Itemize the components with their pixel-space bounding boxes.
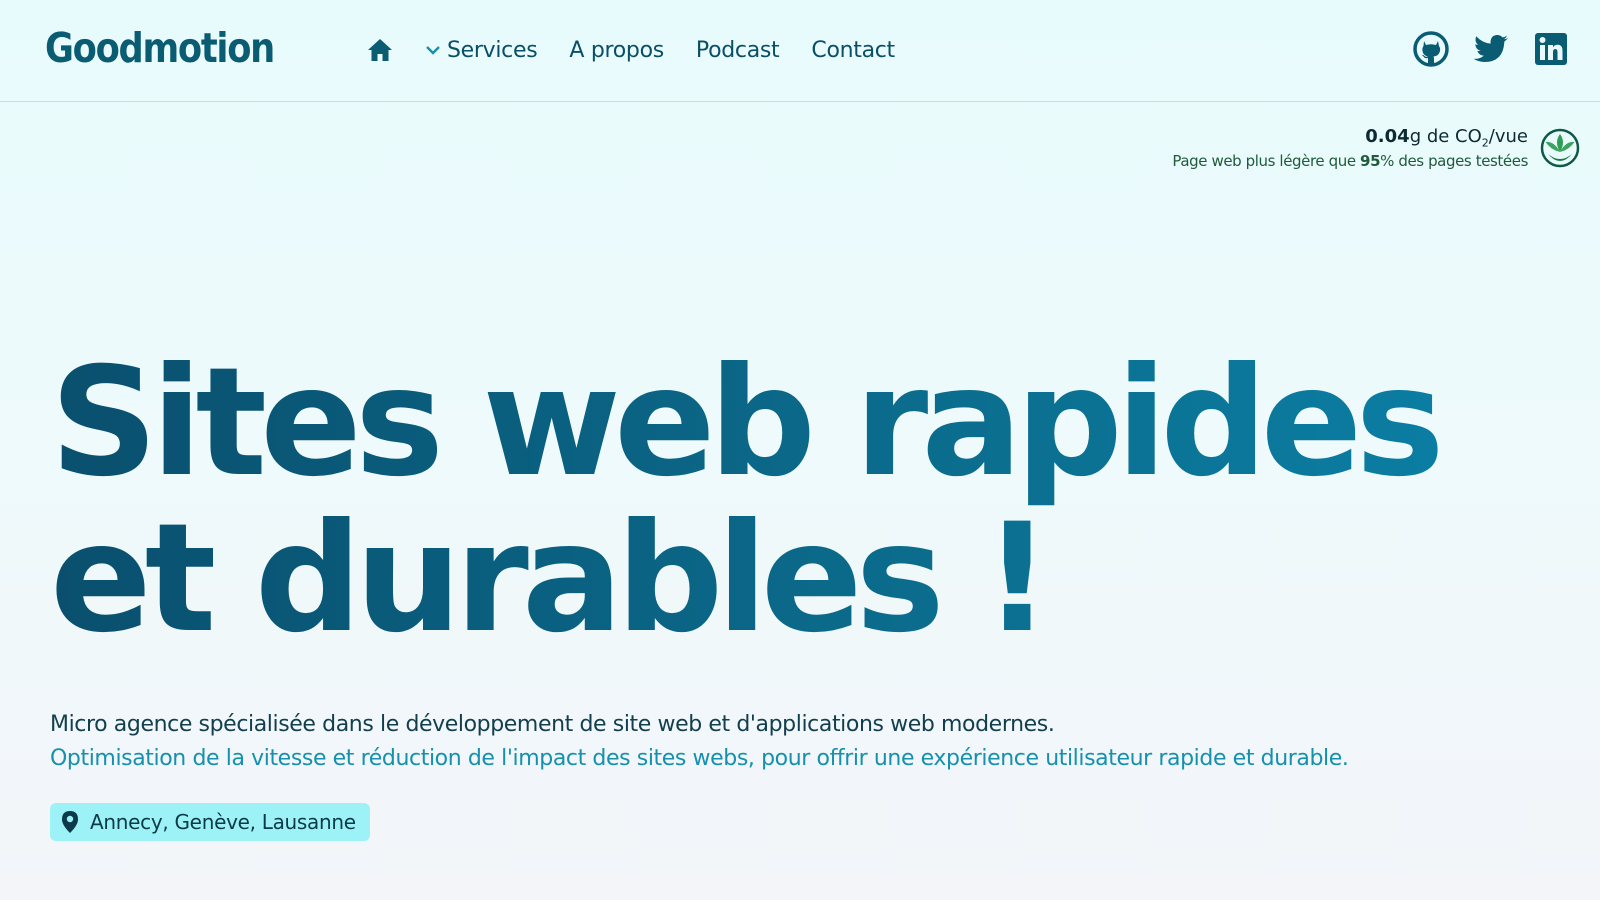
eco-comparison: Page web plus légère que 95% des pages t… [1172, 151, 1528, 170]
location-label: Annecy, Genève, Lausanne [90, 810, 356, 834]
nav-contact[interactable]: Contact [811, 38, 895, 63]
home-icon[interactable] [365, 35, 395, 65]
hero-title-line-2: et durables ! [50, 492, 1045, 666]
eco-text: 0.04g de CO2/vue Page web plus légère qu… [1172, 126, 1528, 170]
logo[interactable]: Goodmotion [45, 24, 275, 72]
chevron-down-icon [425, 44, 441, 56]
github-icon[interactable] [1412, 30, 1450, 68]
site-header: Goodmotion Services A propos Podcast Con… [0, 0, 1600, 102]
nav-services[interactable]: Services [425, 37, 538, 63]
nav-a-propos[interactable]: A propos [569, 38, 664, 63]
social-links [1390, 30, 1570, 68]
hero-title-line-1: Sites web rapides [50, 336, 1438, 510]
leaf-icon [1540, 128, 1580, 168]
hero-subdescription: Optimisation de la vitesse et réduction … [50, 746, 1349, 771]
hero-title: Sites web rapides et durables ! [50, 345, 1580, 657]
nav-podcast[interactable]: Podcast [696, 38, 780, 63]
co2-per-view: 0.04g de CO2/vue [1365, 126, 1528, 150]
location-tag: Annecy, Genève, Lausanne [50, 803, 370, 841]
map-pin-icon [58, 810, 82, 834]
linkedin-icon[interactable] [1532, 30, 1570, 68]
main-nav: Services A propos Podcast Contact [365, 32, 927, 68]
hero-description: Micro agence spécialisée dans le dévelop… [50, 712, 1055, 737]
nav-services-label: Services [447, 37, 538, 63]
eco-index-badge[interactable]: 0.04g de CO2/vue Page web plus légère qu… [1172, 126, 1580, 170]
twitter-icon[interactable] [1472, 30, 1510, 68]
